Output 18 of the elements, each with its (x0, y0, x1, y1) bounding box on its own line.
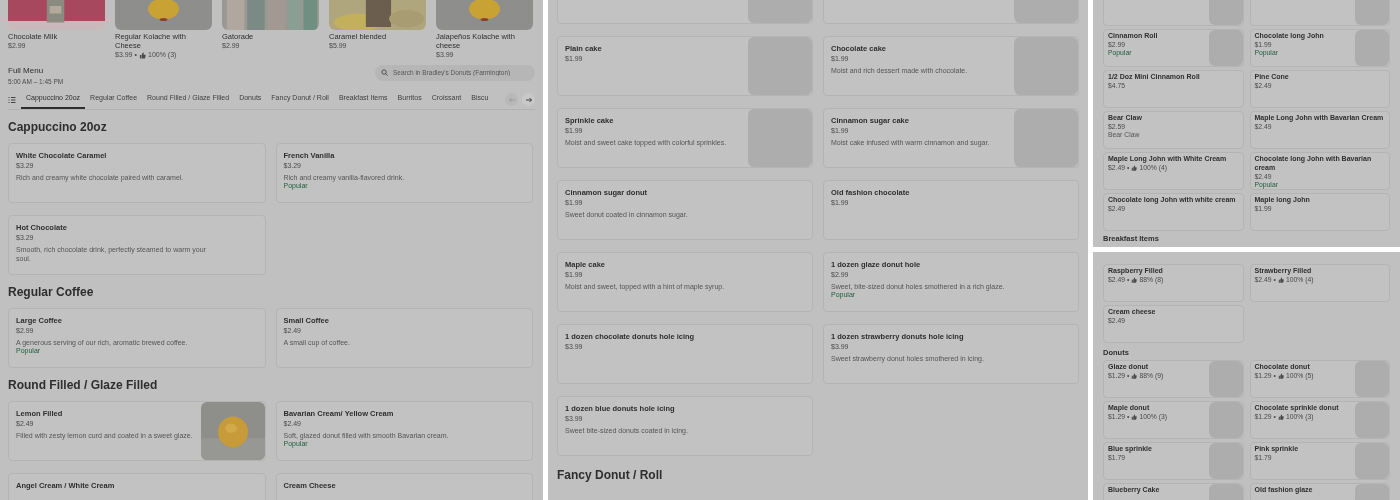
search-icon (381, 69, 388, 77)
thumbs-up-icon (1277, 373, 1284, 380)
thumbs-up-icon (1131, 277, 1138, 283)
section-heading: Regular Coffee (8, 284, 95, 300)
thumbs-up-icon (1131, 414, 1138, 421)
scroll-button[interactable] (522, 93, 535, 106)
thumbs-up-icon (1131, 165, 1138, 171)
thumbs-up-icon (139, 51, 146, 59)
section-heading: Round Filled / Glaze Filled (8, 377, 159, 393)
menu-title: Full Menu (8, 64, 45, 77)
arrow-icon (507, 95, 516, 104)
arrow-icon (524, 95, 533, 104)
thumbs-up-icon (1277, 277, 1284, 283)
list-icon[interactable] (8, 95, 16, 104)
section-heading: Cappuccino 20oz (8, 119, 108, 135)
thumbs-up-icon (1131, 373, 1138, 380)
thumbs-up-icon (1277, 414, 1284, 421)
section-heading: Fancy Donut / Roll (557, 468, 664, 483)
